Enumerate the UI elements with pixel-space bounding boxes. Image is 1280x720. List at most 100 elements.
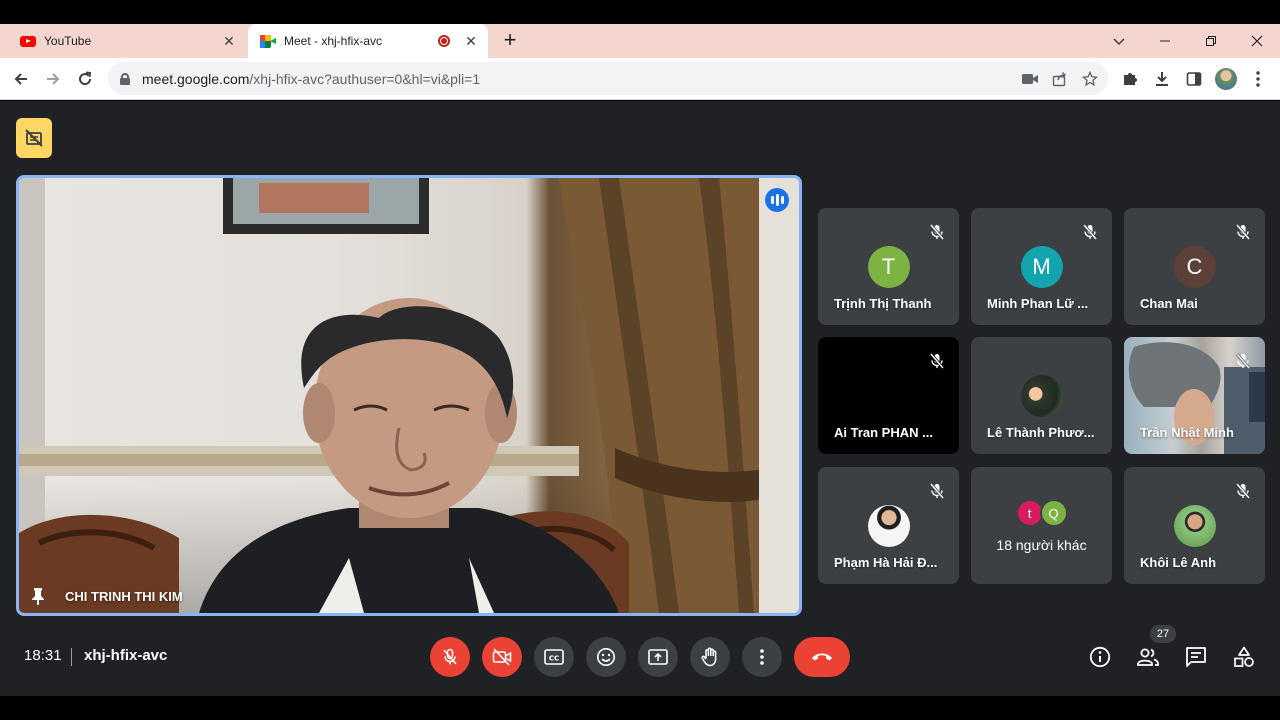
url-path: /xhj-hfix-avc?authuser=0&hl=vi&pli=1 xyxy=(249,70,481,87)
side-panel-icon xyxy=(1186,72,1202,86)
mic-off-icon xyxy=(1235,353,1251,369)
activities-button[interactable] xyxy=(1230,643,1258,671)
mic-off-icon xyxy=(929,224,945,240)
pin-icon[interactable] xyxy=(29,587,47,605)
participant-tile[interactable]: Khôi Lê Anh xyxy=(1124,467,1265,584)
meeting-details-button[interactable] xyxy=(1086,643,1114,671)
participant-tile[interactable]: Trần Nhật Minh xyxy=(1124,337,1265,454)
side-panel-button[interactable] xyxy=(1179,64,1209,94)
participant-tile[interactable]: C Chan Mai xyxy=(1124,208,1265,325)
avatar: C xyxy=(1173,246,1216,288)
participant-tile[interactable]: Lê Thành Phươ... xyxy=(971,337,1112,454)
present-screen-button[interactable] xyxy=(638,637,678,677)
share-icon[interactable] xyxy=(1052,71,1068,87)
more-vertical-icon xyxy=(760,649,764,665)
participant-name: Ai Tran PHAN ... xyxy=(834,425,933,440)
participant-name: Khôi Lê Anh xyxy=(1140,555,1217,570)
hand-icon xyxy=(701,647,717,667)
participant-name: Minh Phan Lữ ... xyxy=(987,296,1089,311)
star-icon[interactable] xyxy=(1082,70,1098,87)
people-button[interactable] xyxy=(1134,643,1162,671)
participant-name: Phạm Hà Hải Đ... xyxy=(834,555,938,570)
puzzle-icon xyxy=(1124,73,1137,85)
participant-tile[interactable]: Phạm Hà Hải Đ... xyxy=(818,467,959,584)
more-vertical-icon xyxy=(1256,71,1260,87)
reload-icon xyxy=(79,71,92,86)
mic-off-icon xyxy=(1082,224,1098,240)
top-letterbox xyxy=(0,0,1280,24)
new-tab-button[interactable]: + xyxy=(498,29,522,53)
svg-text:CC: CC xyxy=(549,655,559,663)
info-icon xyxy=(1089,646,1111,668)
forward-button[interactable] xyxy=(38,64,68,94)
participant-name: Trịnh Thị Thanh xyxy=(834,296,932,311)
avatar xyxy=(1020,375,1063,417)
leave-call-button[interactable] xyxy=(794,637,850,677)
downloads-button[interactable] xyxy=(1147,64,1177,94)
profile-button[interactable] xyxy=(1211,64,1241,94)
participant-tile[interactable]: T Trịnh Thị Thanh xyxy=(818,208,959,325)
avatar xyxy=(1173,505,1216,547)
participant-tile[interactable]: Ai Tran PHAN ... xyxy=(818,337,959,454)
tab-meet[interactable]: Meet - xhj-hfix-avc ✕ xyxy=(248,24,488,58)
meeting-code: xhj-hfix-avc xyxy=(84,647,168,664)
google-meet-icon xyxy=(260,34,276,48)
main-speaker-tile[interactable]: CHI TRINH THI KIM xyxy=(16,175,802,616)
minimize-button[interactable] xyxy=(1142,24,1188,58)
tab-title: YouTube xyxy=(44,34,92,48)
tab-search-button[interactable] xyxy=(1096,24,1142,58)
meet-stage: CHI TRINH THI KIM T Trịnh Thị Thanh M Mi… xyxy=(0,101,1280,696)
url-host: meet.google.com xyxy=(142,70,250,87)
reactions-button[interactable] xyxy=(586,637,626,677)
call-end-icon xyxy=(812,653,832,661)
url-text: meet.google.com/xhj-hfix-avc?authuser=0&… xyxy=(142,71,480,87)
mic-off-icon xyxy=(1235,224,1251,240)
back-button[interactable] xyxy=(6,64,36,94)
avatar xyxy=(1215,68,1237,90)
avatar: M xyxy=(1020,246,1063,288)
extensions-button[interactable] xyxy=(1115,64,1145,94)
close-window-button[interactable] xyxy=(1234,24,1280,58)
menu-button[interactable] xyxy=(1243,64,1273,94)
minimize-icon xyxy=(1160,40,1170,42)
others-tile[interactable]: t Q 18 người khác xyxy=(971,467,1112,584)
people-icon xyxy=(1137,648,1159,666)
chevron-down-icon xyxy=(1113,38,1125,46)
others-count-label: 18 người khác xyxy=(996,537,1087,553)
captions-button[interactable]: CC xyxy=(534,637,574,677)
restore-button[interactable] xyxy=(1188,24,1234,58)
download-icon xyxy=(1156,72,1168,86)
lock-icon xyxy=(120,72,130,85)
avatar: Q xyxy=(1039,499,1068,527)
raise-hand-button[interactable] xyxy=(690,637,730,677)
speaker-video-frame xyxy=(19,178,799,613)
close-icon xyxy=(1251,35,1263,47)
youtube-icon xyxy=(20,35,36,47)
tab-youtube[interactable]: YouTube ✕ xyxy=(8,24,246,58)
speaker-name: CHI TRINH THI KIM xyxy=(65,588,183,604)
more-options-button[interactable] xyxy=(742,637,782,677)
close-icon[interactable]: ✕ xyxy=(220,32,238,50)
mic-off-icon xyxy=(1235,483,1251,499)
avatar xyxy=(867,505,910,547)
camera-icon[interactable] xyxy=(1022,73,1038,85)
participant-count-badge: 27 xyxy=(1150,625,1176,643)
self-view-hidden-button[interactable] xyxy=(16,118,52,158)
microphone-toggle-button[interactable] xyxy=(430,637,470,677)
present-to-all-icon xyxy=(648,649,668,665)
closed-captions-icon: CC xyxy=(544,649,564,665)
hidden-video-icon xyxy=(25,129,43,147)
mic-off-icon xyxy=(929,353,945,369)
mic-off-icon xyxy=(443,648,457,665)
reload-button[interactable] xyxy=(70,64,100,94)
recording-icon xyxy=(438,35,450,47)
participant-tile[interactable]: M Minh Phan Lữ ... xyxy=(971,208,1112,325)
chat-button[interactable] xyxy=(1182,643,1210,671)
close-icon[interactable]: ✕ xyxy=(462,32,480,50)
mic-off-icon xyxy=(929,483,945,499)
camera-toggle-button[interactable] xyxy=(482,637,522,677)
video-off-icon xyxy=(492,648,512,666)
address-bar[interactable]: meet.google.com/xhj-hfix-avc?authuser=0&… xyxy=(108,62,1108,95)
avatar: T xyxy=(867,246,910,288)
speaking-indicator-icon xyxy=(765,188,789,212)
